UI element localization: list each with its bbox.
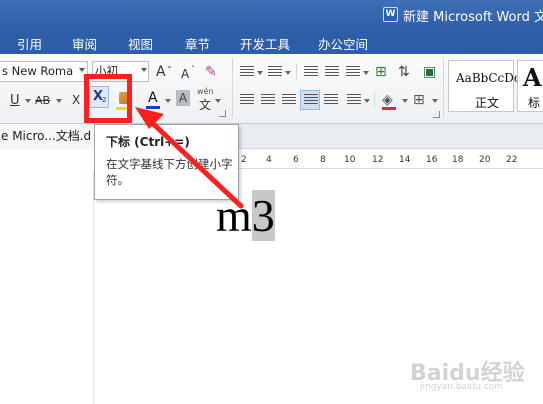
tooltip-title: 下标 (Ctrl+=): [106, 135, 190, 149]
word-app-icon: W: [383, 7, 398, 22]
text-direction-icon[interactable]: [346, 66, 360, 78]
font-dialog-launcher-icon[interactable]: [219, 110, 226, 117]
ruler-number: 18: [452, 155, 464, 165]
add-row-icon[interactable]: ⊞: [375, 62, 387, 82]
align-left-icon[interactable]: [240, 94, 254, 106]
selected-text: 3: [251, 190, 275, 241]
align-right-icon[interactable]: [282, 94, 296, 106]
chevron-down-icon[interactable]: [56, 99, 62, 103]
highlight-color-bar: [116, 107, 130, 110]
tab-review[interactable]: 审阅: [72, 34, 97, 53]
chevron-down-icon[interactable]: [432, 99, 438, 103]
ruler-number: 12: [372, 155, 384, 165]
highlight-icon[interactable]: [117, 88, 131, 108]
style-normal-tile[interactable]: AaBbCcDc 正文: [448, 60, 521, 112]
style-normal-label: 正文: [475, 96, 500, 110]
chevron-down-icon[interactable]: [363, 71, 369, 75]
chevron-down-icon[interactable]: [165, 99, 171, 103]
menu-bar: 引用 审阅 视图 章节 开发工具 办公空间: [0, 30, 543, 54]
tab-references[interactable]: 引用: [17, 34, 42, 53]
chevron-down-icon[interactable]: [364, 99, 370, 103]
chevron-down-icon[interactable]: [215, 99, 221, 103]
ribbon: s New Roma 小初 A ⌃ A ˇ ✎ U AB X A A wén 文…: [0, 54, 543, 124]
show-hide-icon[interactable]: ▣: [423, 62, 436, 82]
font-color-bar: [146, 106, 160, 109]
decrease-indent-icon[interactable]: [304, 66, 318, 78]
subscript-tooltip: 下标 (Ctrl+=) 在文字基线下方创建小字符。: [94, 124, 239, 200]
group-divider: [232, 58, 233, 118]
borders-icon[interactable]: ⊞: [413, 90, 425, 110]
font-name-select[interactable]: s New Roma: [0, 61, 88, 82]
tooltip-body: 在文字基线下方创建小字符。: [106, 157, 233, 187]
shrink-arrow-icon: ˇ: [191, 64, 195, 74]
style-sample-text: AaBbCcDc: [456, 71, 521, 85]
superscript-button[interactable]: X: [72, 90, 80, 110]
ruler-number: 2: [241, 155, 247, 165]
document-tab[interactable]: e Micro...文档.d: [0, 124, 100, 149]
shrink-font-button[interactable]: A: [181, 64, 189, 84]
tab-office-space[interactable]: 办公空间: [318, 34, 368, 53]
grow-font-button[interactable]: A: [156, 62, 166, 82]
document-tab-bar: e Micro...文档.d: [0, 124, 543, 149]
title-bar: W 新建 Microsoft Word 文: [0, 0, 543, 30]
font-color-button[interactable]: A: [148, 88, 158, 108]
tab-developer[interactable]: 开发工具: [240, 34, 290, 53]
ruler-number: 22: [506, 155, 518, 165]
tab-view[interactable]: 视图: [128, 34, 153, 53]
chevron-down-icon[interactable]: [79, 68, 85, 72]
clear-format-icon[interactable]: ✎: [205, 62, 217, 82]
chevron-down-icon[interactable]: [285, 71, 291, 75]
ruler-number: 6: [293, 155, 299, 165]
divider: [374, 92, 375, 108]
ruler-number: 4: [266, 155, 272, 165]
increase-indent-icon[interactable]: [325, 66, 339, 78]
line-spacing-icon[interactable]: [347, 94, 361, 106]
watermark-url: jingyan.baidu.com: [420, 382, 504, 392]
group-divider: [443, 58, 444, 118]
divider: [296, 64, 297, 80]
tab-chapter[interactable]: 章节: [185, 34, 210, 53]
style-heading-label: 标: [528, 96, 541, 110]
subscript-button[interactable]: X 2: [89, 86, 109, 108]
ruler-number: 8: [320, 155, 326, 165]
underline-button[interactable]: U: [10, 90, 20, 110]
grow-arrow-icon: ⌃: [166, 64, 173, 74]
paragraph-dialog-launcher-icon[interactable]: [433, 111, 440, 118]
bullets-icon[interactable]: [240, 66, 254, 78]
ruler-number: 14: [399, 155, 411, 165]
chevron-down-icon[interactable]: [25, 99, 31, 103]
shading-color-bar: [382, 107, 396, 110]
numbering-icon[interactable]: [268, 66, 282, 78]
style-heading-sample: A: [523, 63, 542, 92]
ruler-number: 20: [479, 155, 491, 165]
phonetic-guide-button[interactable]: 文: [199, 94, 211, 114]
distributed-icon[interactable]: [324, 94, 338, 106]
justify-button[interactable]: [300, 90, 320, 110]
chevron-down-icon[interactable]: [141, 68, 147, 72]
style-heading-tile[interactable]: A 标: [517, 60, 543, 112]
sort-icon[interactable]: ⇅: [398, 62, 410, 82]
window-title: 新建 Microsoft Word 文: [403, 10, 543, 25]
horizontal-ruler[interactable]: 2 4 6 8 10 12 14 16 18 20 22: [200, 153, 543, 169]
page-edge: [93, 172, 94, 404]
chevron-down-icon[interactable]: [402, 99, 408, 103]
chevron-down-icon[interactable]: [257, 71, 263, 75]
strikethrough-button[interactable]: AB: [35, 90, 50, 110]
subscript-2: 2: [102, 96, 107, 104]
ruler-number: 10: [344, 155, 356, 165]
ruler-number: 16: [426, 155, 438, 165]
char-shading-button[interactable]: A: [176, 90, 190, 106]
align-center-icon[interactable]: [261, 94, 275, 106]
